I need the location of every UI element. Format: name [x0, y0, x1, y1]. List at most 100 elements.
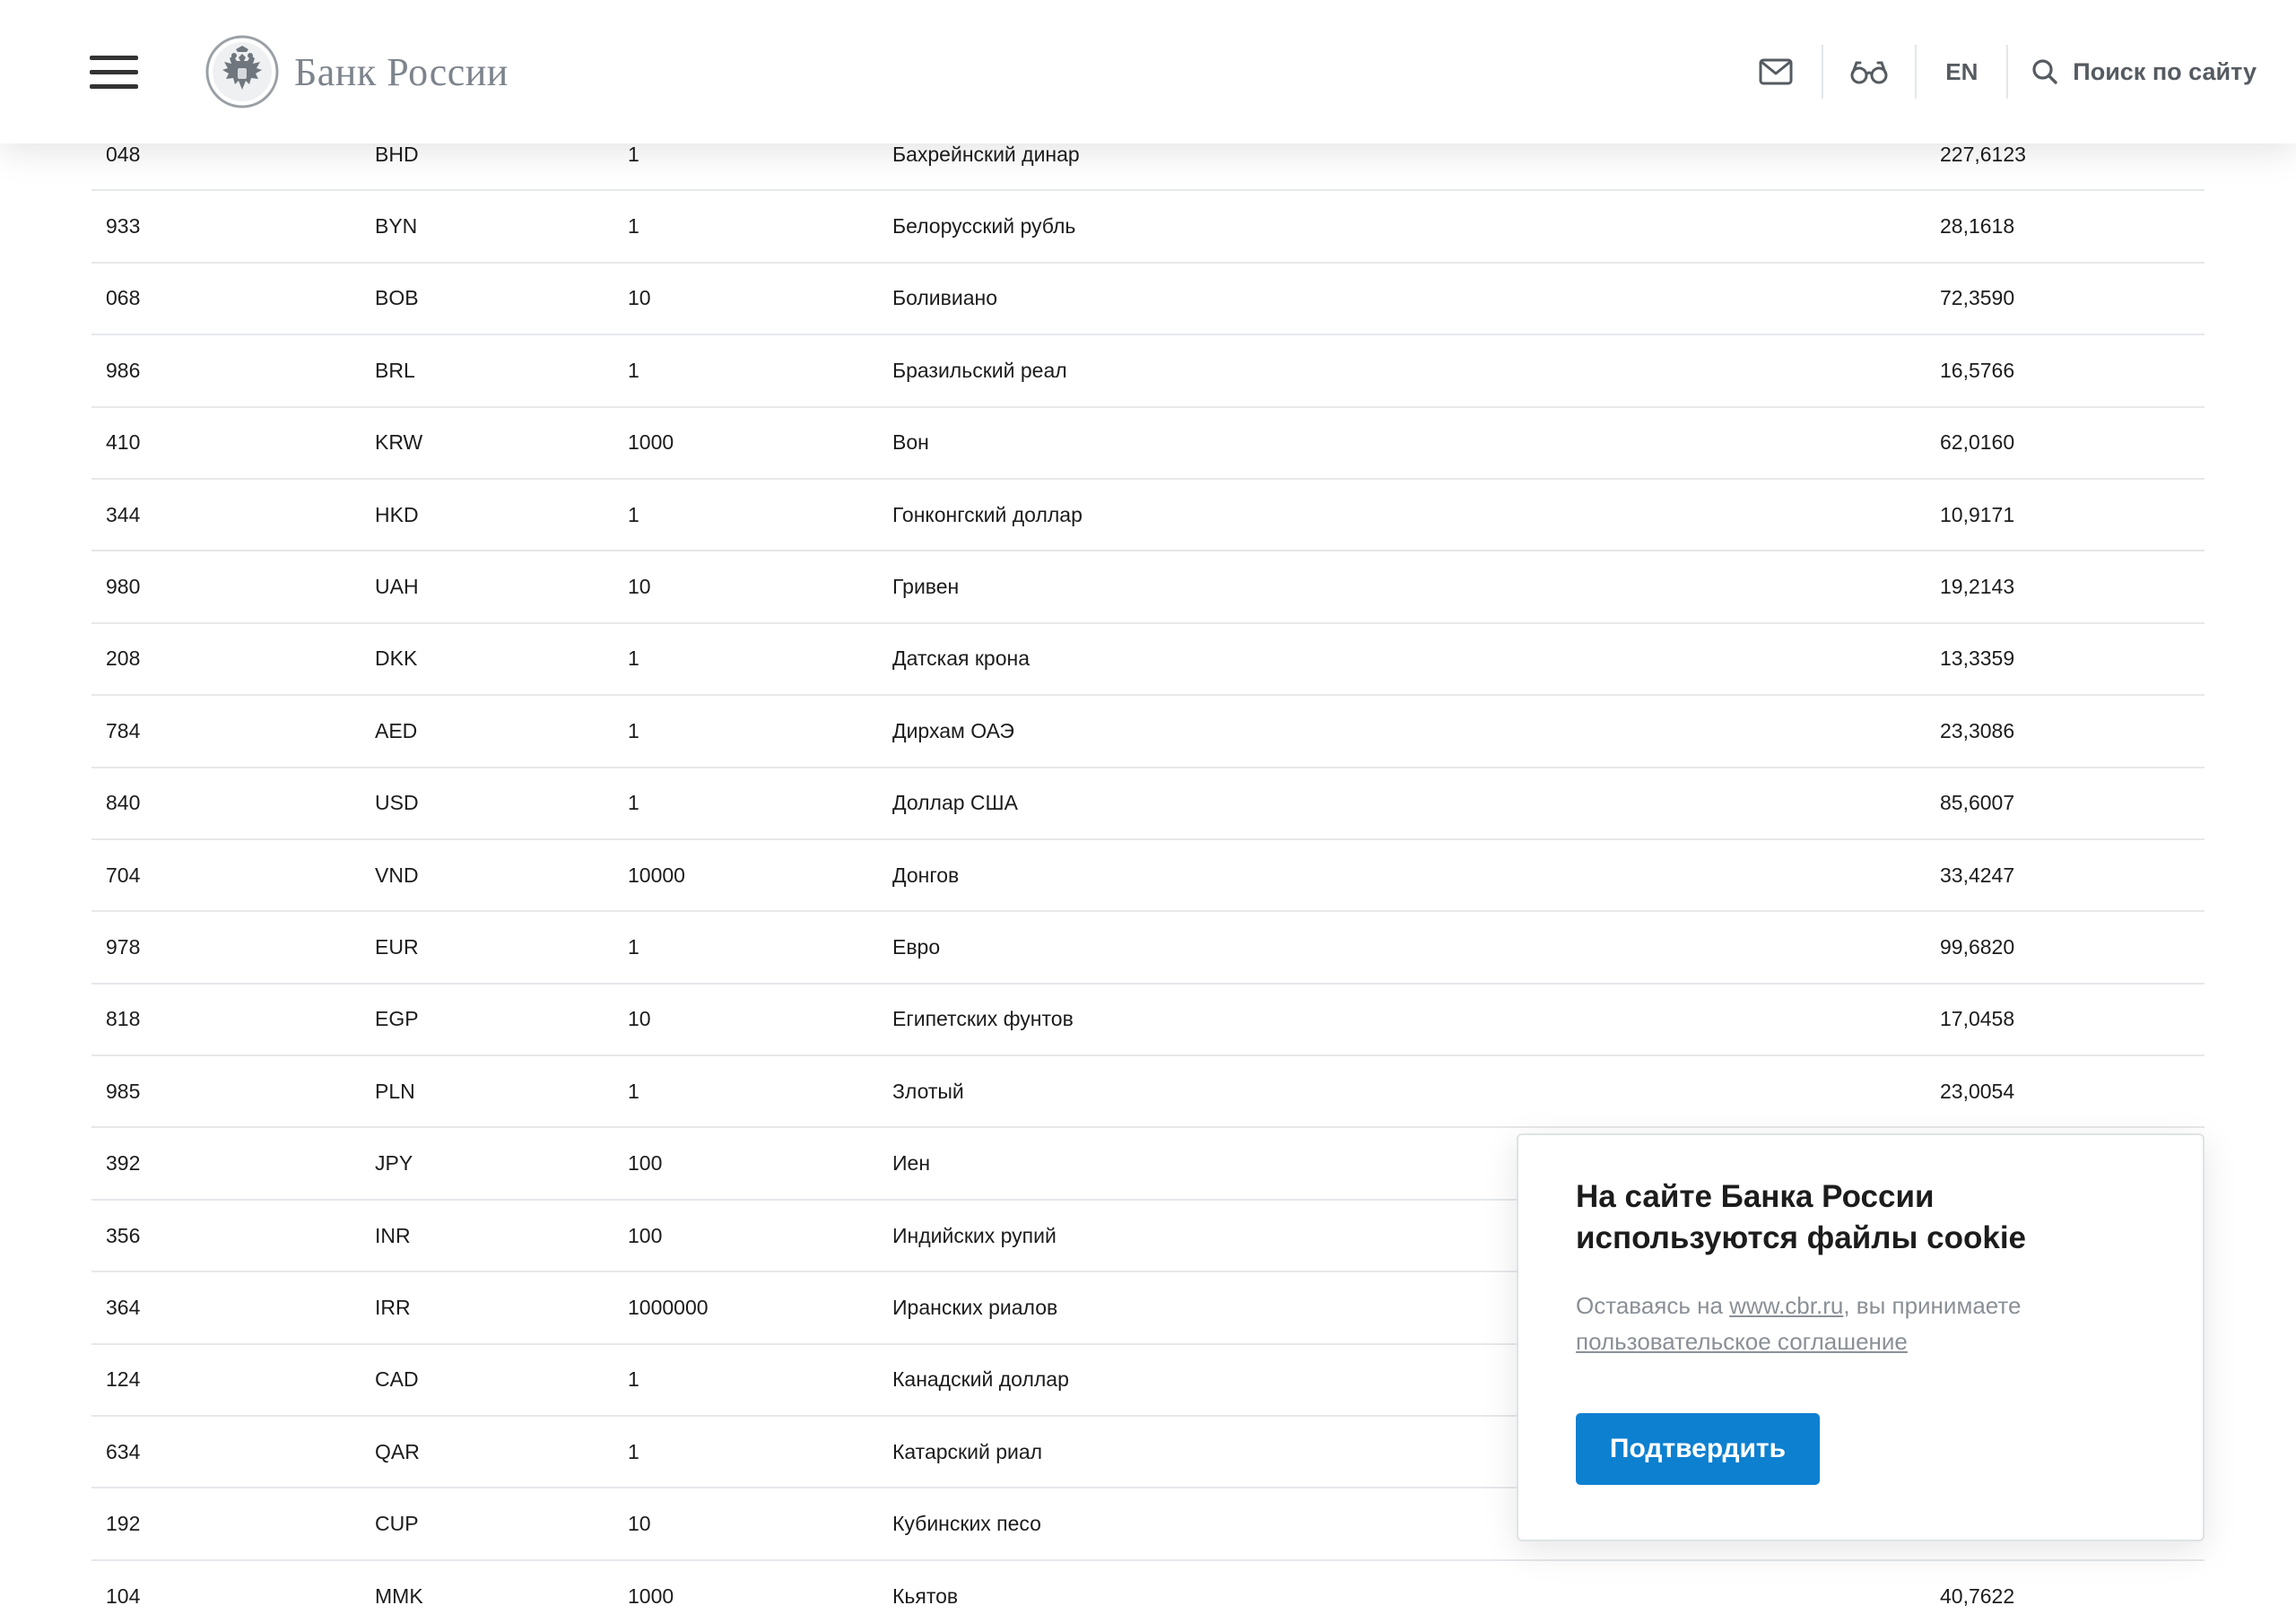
cell-currency-name: Иен	[892, 1151, 931, 1176]
cell-letter-code: UAH	[375, 575, 419, 599]
cell-rate: 72,3590	[1940, 286, 2015, 310]
site-link[interactable]: www.cbr.ru	[1729, 1292, 1843, 1319]
cell-rate: 40,7622	[1940, 1584, 2015, 1608]
cell-units: 1000000	[628, 1295, 709, 1319]
cell-currency-name: Донгов	[892, 863, 960, 887]
cell-currency-name: Датская крона	[892, 646, 1030, 671]
cell-currency-name: Бразильский реал	[892, 358, 1067, 382]
cell-letter-code: QAR	[375, 1439, 420, 1463]
cell-rate: 16,5766	[1940, 358, 2015, 382]
cell-units: 10	[628, 1007, 651, 1031]
cell-units: 1	[628, 718, 639, 742]
table-row: 410 KRW 1000 Вон 62,0160	[91, 408, 2205, 480]
cell-currency-name: Дирхам ОАЭ	[892, 718, 1014, 742]
site-search-button[interactable]: Поиск по сайту	[2008, 45, 2257, 99]
search-icon	[2032, 59, 2057, 84]
cell-rate: 23,0054	[1940, 1079, 2015, 1103]
cell-rate: 19,2143	[1940, 575, 2015, 599]
confirm-cookie-button[interactable]: Подтвердить	[1576, 1413, 1820, 1485]
cell-rate: 10,9171	[1940, 502, 2015, 526]
cell-currency-name: Кьятов	[892, 1584, 959, 1608]
cell-units: 100	[628, 1151, 663, 1176]
language-switch[interactable]: EN	[1917, 45, 2006, 99]
logo-title: Банк России	[294, 49, 509, 94]
cell-letter-code: DKK	[375, 646, 418, 671]
site-logo[interactable]: Банк России	[204, 34, 509, 109]
cell-numeric-code: 933	[106, 214, 141, 239]
table-row: 986 BRL 1 Бразильский реал 16,5766	[91, 335, 2205, 408]
cell-letter-code: EGP	[375, 1007, 419, 1031]
cell-letter-code: EUR	[375, 934, 419, 959]
cell-letter-code: VND	[375, 863, 419, 887]
cell-units: 1	[628, 791, 639, 815]
cell-units: 10	[628, 1512, 651, 1536]
cell-numeric-code: 208	[106, 646, 141, 671]
cell-rate: 99,6820	[1940, 934, 2015, 959]
cell-letter-code: JPY	[375, 1151, 413, 1176]
cookie-consent-popup: На сайте Банка России используются файлы…	[1517, 1133, 2205, 1541]
glasses-icon	[1850, 61, 1888, 84]
cell-letter-code: CUP	[375, 1512, 419, 1536]
cell-rate: 28,1618	[1940, 214, 2015, 239]
cookie-text-prefix: Оставаясь на	[1576, 1292, 1730, 1319]
cell-numeric-code: 980	[106, 575, 141, 599]
table-row: 818 EGP 10 Египетских фунтов 17,0458	[91, 985, 2205, 1057]
cell-currency-name: Вон	[892, 430, 929, 455]
cell-numeric-code: 784	[106, 718, 141, 742]
table-row: 784 AED 1 Дирхам ОАЭ 23,3086	[91, 696, 2205, 768]
cell-currency-name: Злотый	[892, 1079, 964, 1103]
cell-letter-code: INR	[375, 1223, 411, 1247]
user-agreement-link[interactable]: пользовательское соглашение	[1576, 1328, 1908, 1355]
cell-letter-code: BOB	[375, 286, 419, 310]
cell-units: 10	[628, 286, 651, 310]
cell-units: 10	[628, 575, 651, 599]
cell-letter-code: IRR	[375, 1295, 411, 1319]
table-row: 980 UAH 10 Гривен 19,2143	[91, 551, 2205, 624]
mail-button[interactable]	[1730, 45, 1822, 99]
cell-numeric-code: 410	[106, 430, 141, 455]
cell-units: 1	[628, 1079, 639, 1103]
cell-rate: 17,0458	[1940, 1007, 2015, 1031]
cell-units: 1	[628, 214, 639, 239]
cell-units: 1	[628, 358, 639, 382]
eagle-emblem-icon	[205, 35, 279, 108]
cell-numeric-code: 344	[106, 502, 141, 526]
cell-numeric-code: 356	[106, 1223, 141, 1247]
table-row: 978 EUR 1 Евро 99,6820	[91, 912, 2205, 985]
hamburger-menu-icon[interactable]	[90, 54, 138, 90]
cell-currency-name: Кубинских песо	[892, 1512, 1041, 1536]
cell-numeric-code: 985	[106, 1079, 141, 1103]
cell-numeric-code: 392	[106, 1151, 141, 1176]
accessibility-button[interactable]	[1823, 45, 1915, 99]
cell-rate: 62,0160	[1940, 430, 2015, 455]
cell-units: 1	[628, 1439, 639, 1463]
cell-numeric-code: 364	[106, 1295, 141, 1319]
search-label: Поиск по сайту	[2073, 57, 2257, 85]
cell-letter-code: BYN	[375, 214, 418, 239]
table-row: 840 USD 1 Доллар США 85,6007	[91, 768, 2205, 840]
cell-currency-name: Доллар США	[892, 791, 1018, 815]
cell-units: 1	[628, 646, 639, 671]
cell-numeric-code: 818	[106, 1007, 141, 1031]
cell-currency-name: Канадский доллар	[892, 1367, 1069, 1392]
header-tools: EN Поиск по сайту	[1730, 45, 2257, 99]
cell-rate: 33,4247	[1940, 863, 2015, 887]
cell-letter-code: USD	[375, 791, 419, 815]
cell-letter-code: HKD	[375, 502, 419, 526]
cell-currency-name: Гривен	[892, 575, 960, 599]
cell-units: 100	[628, 1223, 663, 1247]
cell-letter-code: AED	[375, 718, 418, 742]
cell-numeric-code: 192	[106, 1512, 141, 1536]
cell-currency-name: Индийских рупий	[892, 1223, 1057, 1247]
table-row: 068 BOB 10 Боливиано 72,3590	[91, 264, 2205, 336]
cell-units: 1	[628, 934, 639, 959]
cookie-text-middle: , вы принимаете	[1843, 1292, 2022, 1319]
cell-currency-name: Катарский риал	[892, 1439, 1043, 1463]
site-header: Банк России EN Поиск по сайту	[0, 0, 2296, 143]
cell-letter-code: MMK	[375, 1584, 423, 1608]
cell-rate: 85,6007	[1940, 791, 2015, 815]
cell-currency-name: Гонконгский доллар	[892, 502, 1083, 526]
cell-numeric-code: 634	[106, 1439, 141, 1463]
cell-letter-code: CAD	[375, 1367, 419, 1392]
page: Банк России EN Поиск по сайту 048 BHD 1 …	[0, 0, 2296, 1614]
